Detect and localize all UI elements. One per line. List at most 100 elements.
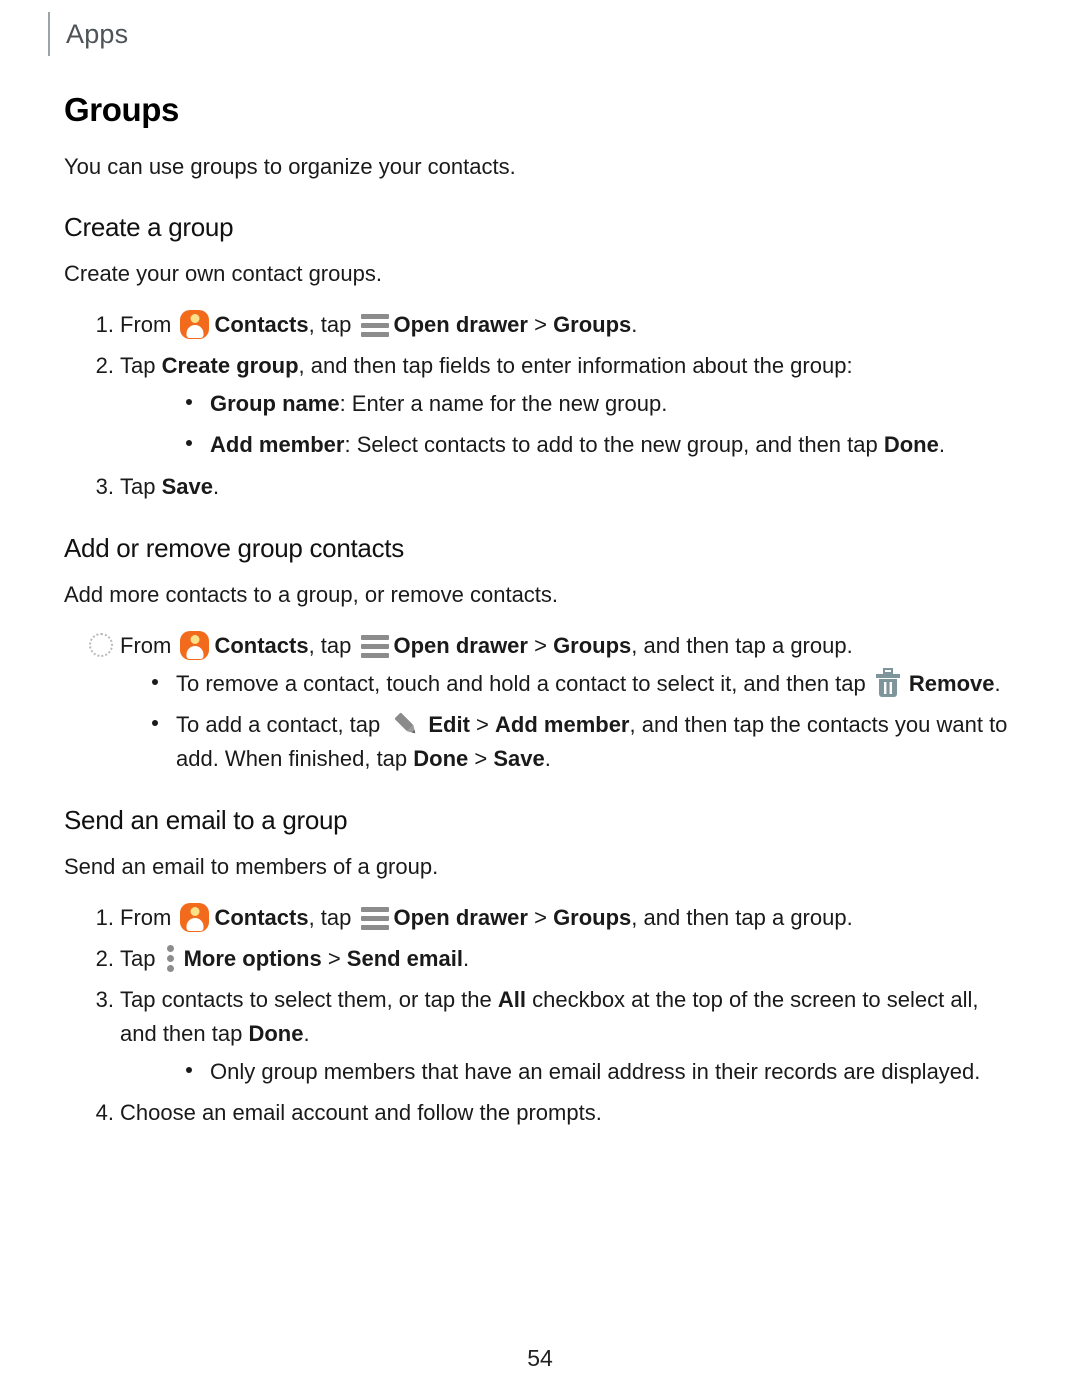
step-number-marker: 1.: [95, 312, 114, 338]
text-run: .: [212, 473, 220, 499]
text-run: From: [120, 312, 178, 338]
text-run: To remove a contact, touch and hold a co…: [176, 670, 872, 696]
emphasis-term: Groups: [553, 312, 632, 338]
text-run: .: [303, 1021, 310, 1047]
bullet-dot: [186, 440, 192, 447]
emphasis-term: Save: [161, 473, 213, 499]
emphasis-term: Remove: [908, 670, 995, 696]
section-intro-text: Send an email to members of a group.: [64, 853, 439, 879]
step-number-marker: 3.: [95, 473, 114, 499]
text-run: >: [527, 904, 554, 930]
sub-bullet-list: Only group members that have an email ad…: [120, 1055, 1016, 1089]
step-text: From Contacts, tap Open drawer > Groups,…: [120, 630, 853, 660]
bullet-dot: [186, 399, 192, 406]
step-number-marker: 4.: [95, 1100, 114, 1126]
text-run: , and then tap fields to enter informati…: [298, 353, 853, 379]
sections-container: Create a group Create your own contact gr…: [64, 212, 1016, 1131]
hamburger-menu-icon[interactable]: [360, 906, 389, 930]
emphasis-term: More options: [183, 945, 322, 971]
sub-bullet-text: Only group members that have an email ad…: [210, 1059, 980, 1084]
text-run: .: [631, 312, 638, 338]
more-options-icon[interactable]: [166, 944, 175, 972]
header-divider-rule: [48, 12, 50, 56]
step-ring-marker: [89, 632, 113, 657]
emphasis-term: Done: [883, 432, 939, 458]
emphasis-term: Group name: [210, 391, 340, 417]
emphasis-term: Add member: [495, 711, 630, 737]
sub-bullet-list: To remove a contact, touch and hold a co…: [120, 667, 1016, 776]
sub-bullet-item: To add a contact, tap Edit > Add member,…: [120, 708, 1016, 776]
text-run: : Enter a name for the new group.: [339, 391, 668, 417]
sub-bullet-item: To remove a contact, touch and hold a co…: [120, 667, 1016, 701]
text-run: >: [468, 745, 494, 771]
emphasis-term: Done: [413, 745, 469, 771]
step-list: 1. From Contacts, tap Open drawer > Group…: [64, 901, 1016, 1131]
section-intro-text: Create your own contact groups.: [64, 261, 382, 287]
emphasis-term: Open drawer: [393, 312, 528, 338]
sub-bullet-item: Add member: Select contacts to add to th…: [120, 428, 1016, 462]
emphasis-term: Send email: [346, 945, 463, 971]
text-run: , tap: [308, 312, 358, 338]
hamburger-menu-icon[interactable]: [360, 314, 389, 338]
emphasis-term: All: [497, 987, 526, 1012]
step-number-marker: 3.: [95, 987, 114, 1012]
sub-bullet-text: Group name: Enter a name for the new gro…: [210, 391, 667, 416]
sub-bullet-item: Group name: Enter a name for the new gro…: [120, 387, 1016, 421]
sub-bullet-item: Only group members that have an email ad…: [120, 1055, 1016, 1089]
step-item: 2. Tap Create group, and then tap fields …: [64, 349, 1016, 462]
text-run: , tap: [308, 904, 358, 930]
emphasis-term: Contacts: [214, 312, 309, 338]
step-text: Tap Create group, and then tap fields to…: [120, 353, 853, 378]
text-run: From: [120, 632, 178, 658]
step-text: Tap contacts to select them, or tap the …: [120, 987, 978, 1046]
step-list: From Contacts, tap Open drawer > Groups,…: [64, 629, 1016, 776]
step-text: Choose an email account and follow the p…: [120, 1100, 602, 1125]
page-content: Groups You can use groups to organize yo…: [64, 91, 1016, 1137]
step-item: 3. Tap contacts to select them, or tap th…: [64, 983, 1016, 1089]
emphasis-term: Open drawer: [393, 632, 528, 658]
step-item: 2. Tap More options > Send email.: [64, 942, 1016, 976]
text-run: Only group members that have an email ad…: [210, 1059, 981, 1085]
contacts-app-icon: [180, 902, 210, 932]
step-list: 1. From Contacts, tap Open drawer > Group…: [64, 308, 1016, 503]
step-number-marker: 1.: [95, 904, 114, 930]
text-run: , tap: [308, 632, 358, 658]
section-heading: Create a group: [64, 212, 234, 243]
page-intro-text: You can use groups to organize your cont…: [64, 154, 516, 180]
contacts-app-icon: [180, 630, 210, 660]
pencil-icon[interactable]: [391, 709, 421, 739]
text-run: >: [527, 632, 554, 658]
step-item: 1. From Contacts, tap Open drawer > Group…: [64, 901, 1016, 935]
text-run: : Select contacts to add to the new grou…: [344, 432, 884, 458]
text-run: >: [321, 945, 347, 971]
text-run: .: [938, 432, 945, 458]
text-run: .: [462, 945, 470, 971]
text-run: Choose an email account and follow the p…: [120, 1100, 602, 1126]
emphasis-term: Groups: [553, 632, 632, 658]
section-create-a-group: Create a group Create your own contact gr…: [64, 212, 1016, 503]
emphasis-term: Contacts: [214, 632, 309, 658]
step-number-marker: 2.: [95, 945, 114, 971]
text-run: .: [544, 745, 551, 771]
emphasis-term: Done: [248, 1021, 304, 1047]
text-run: From: [120, 904, 178, 930]
step-item: 4. Choose an email account and follow the…: [64, 1096, 1016, 1130]
step-item: From Contacts, tap Open drawer > Groups,…: [64, 629, 1016, 776]
step-number-marker: 2.: [95, 353, 114, 379]
emphasis-term: Contacts: [214, 904, 309, 930]
step-item: 3. Tap Save.: [64, 470, 1016, 504]
section-add-or-remove-group-contacts: Add or remove group contacts Add more con…: [64, 533, 1016, 776]
text-run: To add a contact, tap: [176, 711, 387, 737]
bullet-dot: [152, 719, 158, 726]
trash-icon[interactable]: [875, 667, 901, 698]
running-header: Apps: [48, 12, 128, 56]
text-run: Tap: [120, 473, 162, 499]
emphasis-term: Add member: [210, 432, 345, 458]
step-text: From Contacts, tap Open drawer > Groups,…: [120, 902, 853, 932]
hamburger-menu-icon[interactable]: [360, 634, 389, 658]
text-run: >: [469, 711, 496, 737]
page-number: 54: [527, 1345, 553, 1371]
emphasis-term: Create group: [161, 353, 299, 379]
sub-bullet-text: To add a contact, tap Edit > Add member,…: [176, 712, 1007, 771]
sub-bullet-list: Group name: Enter a name for the new gro…: [120, 387, 1016, 462]
